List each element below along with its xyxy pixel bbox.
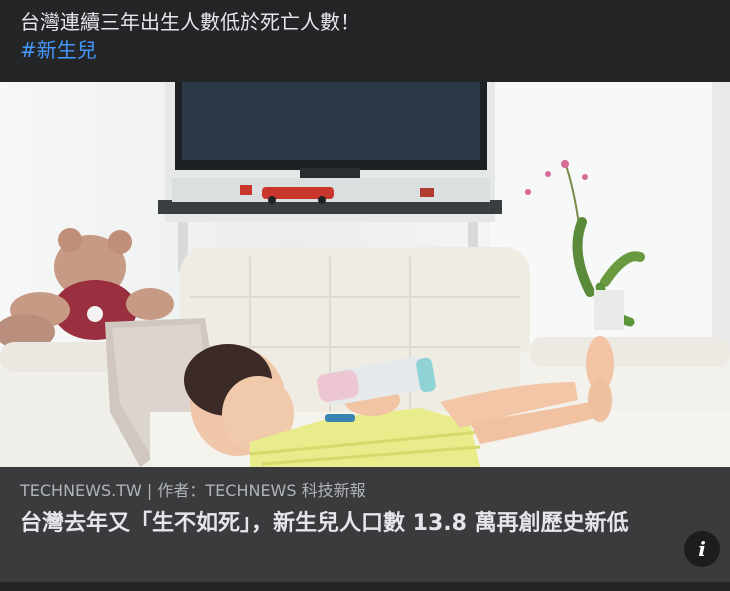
link-title[interactable]: 台灣去年又「生不如死」，新生兒人口數 13.8 萬再創歷史新低 bbox=[20, 508, 710, 539]
link-preview-meta[interactable]: TECHNEWS.TW | 作者：TECHNEWS 科技新報 台灣去年又「生不如… bbox=[0, 467, 730, 582]
post-text-area: 台灣連續三年出生人數低於死亡人數！ #新生兒 bbox=[0, 0, 730, 82]
link-source-domain: TECHNEWS.TW | 作者：TECHNEWS 科技新報 bbox=[20, 481, 366, 500]
link-preview-image[interactable] bbox=[0, 82, 730, 467]
post-caption: 台灣連續三年出生人數低於死亡人數！ bbox=[20, 10, 360, 34]
info-icon[interactable]: i bbox=[684, 531, 720, 567]
hashtag-link[interactable]: #新生兒 bbox=[20, 36, 710, 64]
link-preview-card[interactable]: i TECHNEWS.TW | 作者：TECHNEWS 科技新報 台灣去年又「生… bbox=[0, 82, 730, 582]
